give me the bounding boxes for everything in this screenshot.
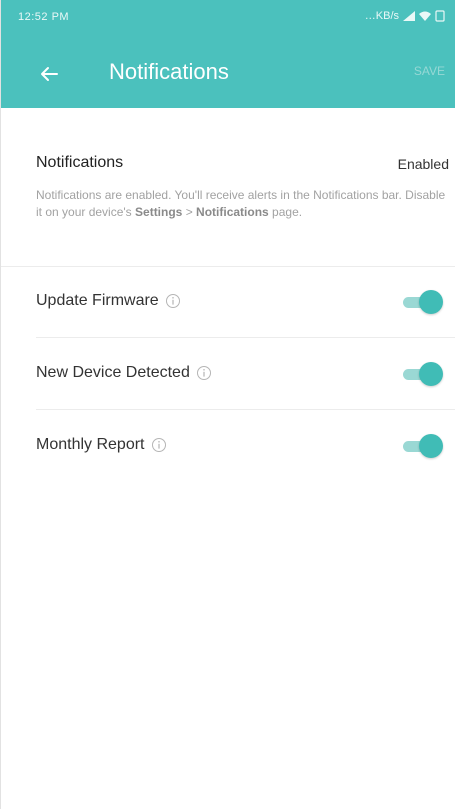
info-icon[interactable] — [165, 293, 181, 309]
update-firmware-toggle[interactable] — [403, 290, 443, 314]
setting-row-new-device-detected: New Device Detected — [1, 338, 455, 410]
toolbar: Notifications SAVE — [1, 42, 455, 104]
status-time: 12:52 PM — [18, 11, 70, 23]
setting-label: New Device Detected — [36, 364, 190, 381]
notifications-description: Notifications are enabled. You'll receiv… — [36, 187, 448, 221]
status-bar: 12:52 PM …KB/s — [1, 0, 455, 38]
page-title: Notifications — [109, 59, 229, 84]
wifi-icon — [419, 11, 431, 21]
description-separator: > — [182, 205, 197, 219]
back-arrow-icon — [41, 67, 58, 81]
info-icon[interactable] — [196, 365, 212, 381]
status-icons: …KB/s — [365, 10, 445, 22]
app-screen: 12:52 PM …KB/s Notifications SAVE Notifi… — [0, 0, 455, 809]
notifications-page-text: Notifications — [196, 205, 269, 219]
new-device-detected-toggle[interactable] — [403, 362, 443, 386]
notifications-summary: Notifications Enabled Notifications are … — [1, 148, 455, 267]
setting-label: Update Firmware — [36, 292, 159, 309]
settings-link-text: Settings — [135, 205, 183, 219]
setting-row-update-firmware: Update Firmware — [1, 266, 455, 338]
network-speed: …KB/s — [364, 10, 399, 22]
setting-row-monthly-report: Monthly Report — [1, 410, 455, 482]
info-icon[interactable] — [151, 437, 167, 453]
setting-label: Monthly Report — [36, 436, 145, 453]
notifications-heading: Notifications — [36, 154, 124, 171]
notifications-status: Enabled — [397, 156, 449, 172]
battery-icon — [435, 10, 445, 22]
app-bar: 12:52 PM …KB/s Notifications SAVE — [1, 0, 455, 108]
description-end: page. — [268, 205, 303, 219]
signal-icon — [403, 11, 415, 21]
monthly-report-toggle[interactable] — [403, 434, 443, 458]
save-button[interactable]: SAVE — [414, 64, 445, 78]
back-button[interactable] — [31, 56, 67, 92]
